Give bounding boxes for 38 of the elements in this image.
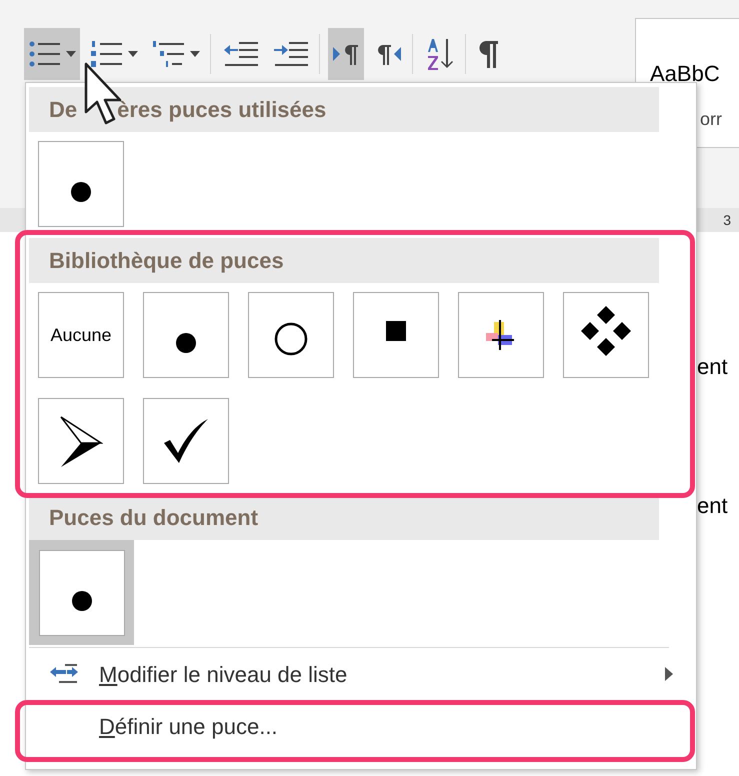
list-level-icon — [49, 664, 79, 684]
numbered-list-icon — [90, 39, 124, 69]
dot-bullet-icon — [70, 590, 92, 612]
multilevel-list-icon — [152, 39, 186, 69]
none-label: Aucune — [50, 324, 112, 346]
bullet-option[interactable] — [29, 540, 134, 645]
bulleted-list-icon — [28, 39, 62, 69]
square-bullet-icon — [386, 321, 406, 341]
document-text: ent — [697, 492, 729, 520]
bullet-option[interactable] — [143, 398, 229, 484]
section-title: ères puces utilisées — [117, 96, 326, 124]
document-text: ent — [697, 353, 729, 381]
ruler-number: 3 — [723, 210, 731, 230]
bullet-option[interactable] — [143, 292, 229, 378]
style-name: orr — [700, 108, 723, 131]
circle-bullet-icon — [274, 322, 308, 356]
bullet-option[interactable] — [353, 292, 439, 378]
bullet-option[interactable] — [248, 292, 334, 378]
arrowhead-icon — [59, 415, 103, 467]
decrease-indent-icon — [223, 40, 259, 68]
bullet-option[interactable] — [563, 292, 649, 378]
dot-bullet-icon — [70, 181, 92, 203]
section-title: Puces du document — [49, 504, 258, 532]
four-diamonds-icon — [581, 306, 631, 356]
submenu-arrow-icon — [665, 667, 673, 681]
toolbar-button[interactable] — [24, 28, 80, 80]
bullet-option[interactable] — [38, 141, 124, 227]
dot-bullet-icon — [175, 332, 197, 354]
toolbar-button[interactable] — [328, 28, 364, 80]
increase-indent-icon — [273, 40, 309, 68]
style-preview: AaBbC — [650, 60, 721, 88]
bullet-option[interactable] — [38, 398, 124, 484]
section-title: De — [49, 96, 78, 124]
bullet-option[interactable]: Aucune — [38, 292, 124, 378]
sort-icon — [425, 37, 455, 71]
pilcrow-icon — [478, 39, 500, 69]
section-title: Bibliothèque de puces — [49, 247, 284, 275]
check-mark-icon — [162, 417, 210, 465]
